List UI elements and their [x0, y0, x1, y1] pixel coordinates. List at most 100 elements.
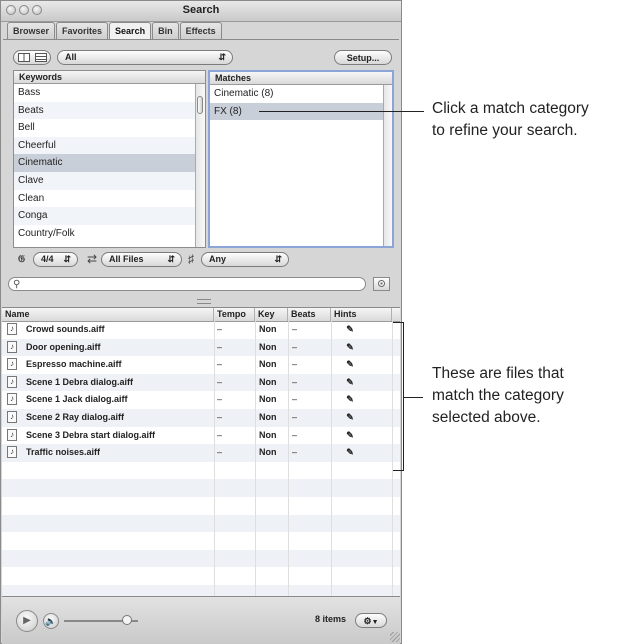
record-button[interactable]	[373, 277, 390, 291]
empty-row	[2, 567, 400, 585]
popup-arrows-icon: ⇵	[167, 254, 175, 264]
hint-document-icon[interactable]: ✎	[342, 339, 358, 357]
hint-document-icon[interactable]: ✎	[342, 356, 358, 374]
keyword-item[interactable]: Beats	[14, 101, 205, 120]
cell-name: Crowd sounds.aiff	[26, 324, 105, 334]
column-beats[interactable]: Beats	[288, 308, 331, 321]
search-field[interactable]: ⚲	[8, 277, 366, 291]
column-divider	[331, 321, 332, 596]
results-table: Name Tempo Key Beats Hints ♪ Crowd sounds…	[2, 307, 400, 596]
hint-document-icon[interactable]: ✎	[342, 374, 358, 392]
audio-file-icon: ♪	[7, 323, 17, 335]
cell-key: Non	[259, 412, 277, 422]
hint-document-icon[interactable]: ✎	[342, 321, 358, 339]
results-body: ♪ Crowd sounds.aiff – Non – ✎ ♪ Door opening.ai…	[2, 321, 400, 596]
play-button[interactable]: ▶	[16, 610, 38, 632]
keywords-header[interactable]: Keywords	[14, 71, 205, 84]
keyword-item[interactable]: Clean	[14, 190, 205, 208]
keyword-item[interactable]: Bass	[14, 84, 205, 102]
scope-popup[interactable]: All ⇵	[57, 50, 233, 65]
callout-leader-top	[259, 111, 424, 112]
keyword-item[interactable]: Cinematic	[14, 154, 205, 172]
cell-tempo: –	[217, 359, 223, 370]
volume-button[interactable]: 🔈	[43, 613, 59, 629]
matches-scrollbar[interactable]	[383, 85, 392, 246]
audio-file-icon: ♪	[7, 393, 17, 406]
window-title: Search	[182, 4, 220, 16]
hint-document-icon[interactable]: ✎	[342, 409, 358, 427]
cell-key: Non	[259, 376, 277, 387]
popup-arrows-icon: ⇵	[218, 52, 226, 62]
loop-arrows-icon: ⇄	[87, 252, 98, 266]
resize-grip[interactable]	[390, 632, 400, 642]
keyword-item[interactable]: Cheerful	[14, 136, 205, 155]
table-row[interactable]: ♪ Crowd sounds.aiff – Non – ✎	[2, 321, 400, 339]
matches-header[interactable]: Matches	[210, 72, 392, 85]
cell-key: Non	[259, 341, 277, 352]
tab-bar: Browser Favorites Search Bin Effects	[7, 22, 223, 39]
keyword-item[interactable]: Bell	[14, 119, 205, 137]
keyword-item[interactable]: Country/Folk	[14, 225, 205, 243]
cell-beats: –	[292, 429, 298, 440]
tab-search[interactable]: Search	[109, 22, 152, 39]
results-header: Name Tempo Key Beats Hints	[2, 308, 400, 322]
key-popup[interactable]: Any ⇵	[201, 252, 289, 267]
empty-row	[2, 497, 400, 515]
cell-tempo: –	[217, 447, 223, 458]
volume-slider-knob[interactable]	[121, 615, 132, 625]
title-bar[interactable]: Search	[1, 1, 401, 22]
empty-row	[2, 585, 400, 596]
column-divider	[392, 321, 393, 596]
column-divider	[288, 321, 289, 596]
tab-favorites[interactable]: Favorites	[56, 22, 109, 39]
hint-document-icon[interactable]: ✎	[342, 391, 358, 409]
table-row[interactable]: ♪ Scene 2 Ray dialog.aiff – Non – ✎	[2, 409, 400, 427]
column-tempo[interactable]: Tempo	[214, 308, 255, 321]
tab-divider	[3, 39, 399, 40]
view-toggle[interactable]	[13, 50, 51, 65]
table-row[interactable]: ♪ Espresso machine.aiff – Non – ✎	[2, 356, 400, 374]
empty-row	[2, 514, 400, 533]
column-divider	[255, 321, 256, 596]
column-key[interactable]: Key	[255, 308, 288, 321]
hint-document-icon[interactable]: ✎	[342, 444, 358, 462]
files-popup[interactable]: All Files ⇵	[101, 252, 182, 267]
keyword-item[interactable]: Clave	[14, 171, 205, 190]
keyword-item[interactable]: Conga	[14, 207, 205, 225]
hint-document-icon[interactable]: ✎	[342, 427, 358, 445]
table-row[interactable]: ♪ Traffic noises.aiff – Non – ✎	[2, 444, 400, 462]
action-menu-button[interactable]: ⚙▼	[355, 613, 387, 628]
match-item[interactable]: Cinematic (8)	[210, 85, 392, 103]
cell-tempo: –	[217, 324, 223, 334]
cell-beats: –	[292, 412, 298, 422]
volume-slider[interactable]	[64, 615, 138, 625]
split-handle[interactable]	[197, 299, 211, 304]
cell-name: Door opening.aiff	[26, 341, 101, 352]
callout-bottom: These are files that match the category …	[432, 363, 564, 429]
tab-browser[interactable]: Browser	[7, 22, 56, 39]
cell-tempo: –	[217, 429, 223, 440]
magnifier-icon: ⚲	[13, 279, 21, 290]
table-row[interactable]: ♪ Scene 3 Debra start dialog.aiff – Non – ✎	[2, 427, 400, 445]
cell-name: Espresso machine.aiff	[26, 359, 122, 370]
table-row[interactable]: ♪ Door opening.aiff – Non – ✎	[2, 338, 400, 357]
cell-tempo: –	[217, 412, 223, 422]
tab-bin[interactable]: Bin	[152, 22, 179, 39]
setup-button[interactable]: Setup...	[334, 50, 392, 65]
gear-icon: ⚙	[363, 616, 372, 626]
list-view-icon[interactable]	[35, 53, 47, 62]
play-icon: ▶	[23, 615, 31, 626]
column-view-icon[interactable]	[18, 53, 30, 62]
cell-name: Scene 2 Ray dialog.aiff	[26, 412, 125, 422]
audio-file-icon: ♪	[7, 340, 17, 353]
tab-effects[interactable]: Effects	[179, 22, 222, 39]
keywords-scrollbar[interactable]	[195, 84, 205, 247]
empty-row	[2, 462, 400, 480]
column-hints[interactable]: Hints	[331, 308, 392, 321]
table-row[interactable]: ♪ Scene 1 Jack dialog.aiff – Non – ✎	[2, 391, 400, 409]
column-name[interactable]: Name	[2, 308, 214, 321]
meter-popup[interactable]: 4/4 ⇵	[33, 252, 78, 267]
table-row[interactable]: ♪ Scene 1 Debra dialog.aiff – Non – ✎	[2, 373, 400, 392]
cell-key: Non	[259, 394, 277, 405]
keywords-scroll-thumb[interactable]	[197, 96, 203, 114]
